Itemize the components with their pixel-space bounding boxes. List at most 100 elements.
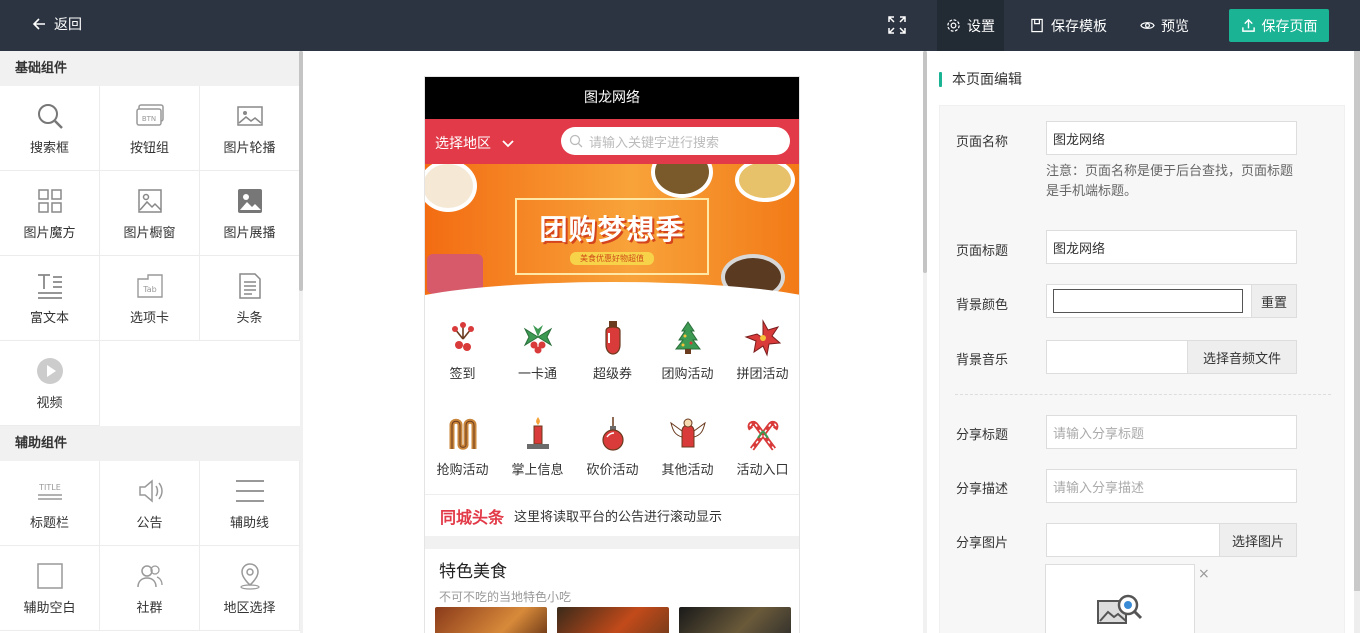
save-page-button[interactable]: 保存页面 — [1229, 9, 1329, 42]
fullscreen-icon[interactable] — [887, 15, 907, 35]
preview-button[interactable]: 预览 — [1140, 0, 1189, 51]
icon-label: 超级券 — [592, 366, 632, 382]
holly-icon — [523, 324, 552, 353]
back-button[interactable]: 返回 — [32, 14, 82, 34]
color-picker-input[interactable] — [1053, 289, 1243, 313]
settings-button[interactable]: 设置 — [937, 0, 1004, 51]
component-label: 辅助空白 — [23, 600, 76, 616]
choose-image-button[interactable]: 选择图片 — [1219, 523, 1297, 557]
component-label: 标题栏 — [29, 515, 69, 531]
banner-subtitle: 美食优惠好物超值 — [570, 252, 654, 265]
component-image-window[interactable]: 图片橱窗 — [100, 171, 200, 256]
image-cube-icon — [37, 188, 62, 213]
icon-group-buy[interactable]: 团购活动 — [650, 302, 725, 398]
icon-label: 砍价活动 — [586, 462, 639, 478]
component-search-box[interactable]: 搜索框 — [0, 86, 100, 171]
phone-search-input[interactable]: 请输入关键字进行搜索 — [561, 127, 790, 155]
component-label: 图片轮播 — [223, 140, 276, 156]
basic-components-grid: 搜索框 BTN 按钮组 图片轮播 图片魔方 图片橱窗 图片展播 富文本 Tab … — [0, 86, 300, 426]
dish-decoration — [425, 164, 477, 212]
component-video[interactable]: 视频 — [0, 341, 100, 426]
rich-text-icon — [37, 273, 62, 299]
component-image-carousel[interactable]: 图片轮播 — [200, 86, 300, 171]
reset-button[interactable]: 重置 — [1251, 284, 1297, 318]
svg-text:BTN: BTN — [141, 115, 155, 123]
notice-bar[interactable]: 同城头条 这里将读取平台的公告进行滚动显示 — [425, 494, 799, 536]
component-notice[interactable]: 公告 — [100, 461, 200, 546]
component-community[interactable]: 社群 — [100, 546, 200, 631]
food-image[interactable] — [435, 607, 547, 633]
close-icon[interactable]: × — [1198, 566, 1210, 582]
title-bar-icon: TITLE — [37, 483, 62, 500]
settings-panel: 本页面编辑 页面名称 图龙网络 注意：页面名称是便于后台查找，页面标题是手机端标… — [927, 51, 1360, 633]
food-image[interactable] — [557, 607, 669, 633]
icon-label: 签到 — [449, 366, 476, 382]
icon-pocket-info[interactable]: 掌上信息 — [500, 398, 575, 494]
food-section-title: 特色美食 — [439, 562, 507, 582]
component-headline[interactable]: 头条 — [200, 256, 300, 341]
icon-activity-entry[interactable]: 活动入口 — [725, 398, 799, 494]
component-panel: 基础组件 搜索框 BTN 按钮组 图片轮播 图片魔方 图片橱窗 图片展播 富文本 — [0, 51, 300, 633]
component-divider[interactable]: 辅助线 — [200, 461, 300, 546]
icon-label: 团购活动 — [661, 366, 714, 382]
component-label: 视频 — [36, 395, 63, 411]
component-tabs[interactable]: Tab 选项卡 — [100, 256, 200, 341]
panel-title: 本页面编辑 — [939, 69, 1022, 89]
promo-banner[interactable]: 团购梦想季 美食优惠好物超值 — [425, 164, 799, 296]
settings-form: 页面名称 图龙网络 注意：页面名称是便于后台查找，页面标题是手机端标题。 页面标… — [939, 105, 1345, 633]
page-name-input[interactable]: 图龙网络 — [1046, 121, 1297, 155]
banner-title: 团购梦想季 — [539, 213, 685, 246]
choose-audio-button[interactable]: 选择音频文件 — [1187, 340, 1297, 374]
page-title-input[interactable]: 图龙网络 — [1046, 230, 1297, 264]
activity-icon-grid: 签到 一卡通 超级券 团购活动 拼团活动 抢购活动 掌上信息 砍价活动 其他活动… — [425, 296, 799, 494]
icon-super-coupon[interactable]: 超级券 — [575, 302, 650, 398]
panel-title-text: 本页面编辑 — [952, 72, 1022, 88]
users-icon — [136, 564, 163, 587]
icon-checkin[interactable]: 签到 — [425, 302, 500, 398]
icon-card[interactable]: 一卡通 — [500, 302, 575, 398]
phone-search-bar: 选择地区 请输入关键字进行搜索 — [425, 119, 799, 164]
aux-components-title: 辅助组件 — [0, 426, 300, 461]
share-desc-input[interactable]: 请输入分享描述 — [1046, 469, 1297, 503]
food-image[interactable] — [679, 607, 791, 633]
component-rich-text[interactable]: 富文本 — [0, 256, 100, 341]
icon-label: 一卡通 — [517, 366, 557, 382]
save-template-label: 保存模板 — [1051, 18, 1107, 35]
gear-icon — [947, 19, 960, 32]
icon-label: 其他活动 — [661, 462, 714, 478]
bg-color-label: 背景颜色 — [956, 298, 1009, 313]
pretzel-icon — [449, 418, 476, 450]
berries-icon — [451, 321, 474, 351]
bg-music-input[interactable] — [1046, 340, 1188, 374]
candle-icon — [526, 416, 549, 449]
icon-bargain[interactable]: 砍价活动 — [575, 398, 650, 494]
play-icon — [36, 357, 63, 384]
notice-text: 这里将读取平台的公告进行滚动显示 — [514, 510, 723, 525]
region-selector[interactable]: 选择地区 — [435, 133, 515, 153]
image-placeholder-icon — [1097, 594, 1143, 624]
icon-team-buy[interactable]: 拼团活动 — [725, 302, 799, 398]
component-image-showcase[interactable]: 图片展播 — [200, 171, 300, 256]
dish-decoration — [735, 164, 795, 202]
share-title-input[interactable]: 请输入分享标题 — [1046, 415, 1297, 449]
icon-flash-sale[interactable]: 抢购活动 — [425, 398, 500, 494]
icon-other-activity[interactable]: 其他活动 — [650, 398, 725, 494]
image-showcase-icon — [237, 188, 262, 213]
component-region-select[interactable]: 地区选择 — [200, 546, 300, 631]
share-image-preview[interactable] — [1045, 564, 1195, 633]
component-blank[interactable]: 辅助空白 — [0, 546, 100, 631]
share-image-input[interactable] — [1046, 523, 1220, 557]
share-title-label: 分享标题 — [956, 428, 1009, 443]
basic-components-title: 基础组件 — [0, 51, 300, 86]
arrow-left-icon — [32, 18, 45, 30]
component-title-bar[interactable]: TITLE 标题栏 — [0, 461, 100, 546]
icon-label: 拼团活动 — [736, 366, 789, 382]
phone-preview: 图龙网络 选择地区 请输入关键字进行搜索 团购梦想季 美食优惠好物超值 签到 一… — [424, 76, 800, 633]
settings-label: 设置 — [967, 18, 995, 35]
save-template-button[interactable]: 保存模板 — [1030, 0, 1107, 51]
component-button-group[interactable]: BTN 按钮组 — [100, 86, 200, 171]
right-scrollbar-thumb[interactable] — [1354, 51, 1360, 591]
back-label: 返回 — [54, 17, 82, 33]
angel-icon — [669, 418, 706, 447]
component-image-cube[interactable]: 图片魔方 — [0, 171, 100, 256]
